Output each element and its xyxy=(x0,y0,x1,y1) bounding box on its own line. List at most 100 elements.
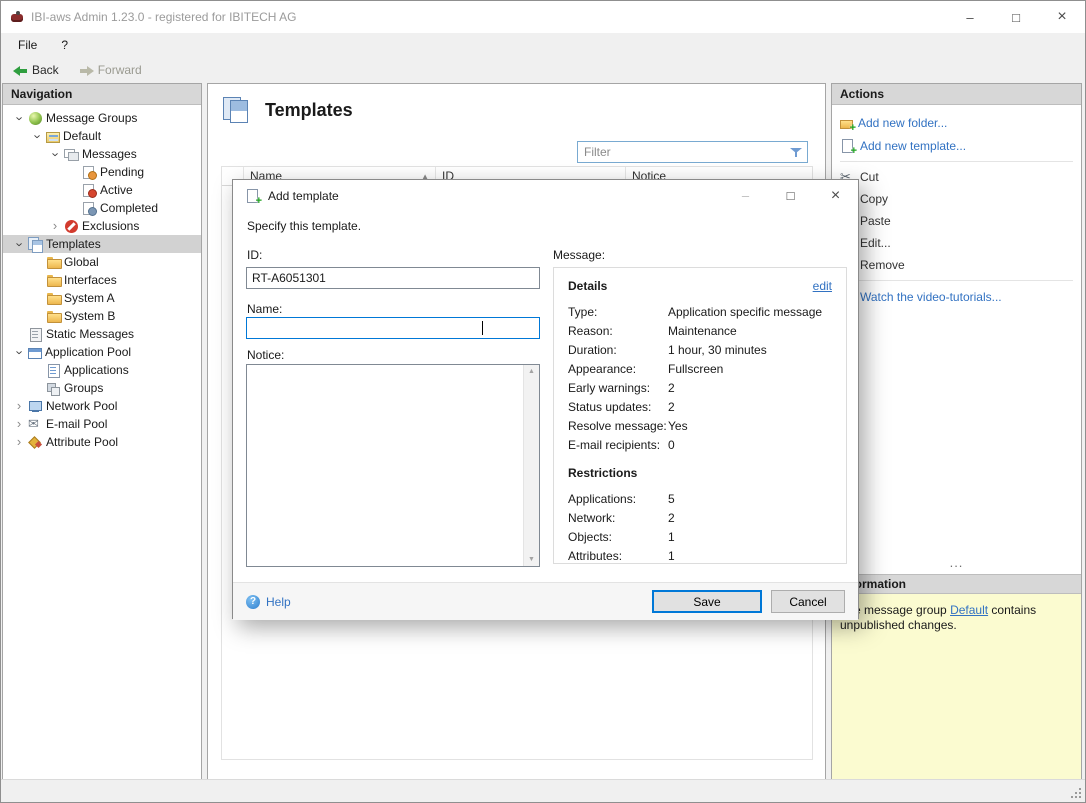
filter-box xyxy=(577,141,808,163)
detail-row: Duration: 1 hour, 30 minutes xyxy=(568,340,832,359)
action-copy[interactable]: Copy xyxy=(832,188,1081,210)
dialog-title: Add template xyxy=(268,188,339,203)
scroll-down-icon[interactable] xyxy=(528,556,535,563)
detail-row: Network: 2 xyxy=(568,508,832,527)
chevron-right-icon[interactable]: › xyxy=(13,398,25,414)
name-field[interactable] xyxy=(246,317,540,339)
actions-header: Actions xyxy=(832,84,1081,105)
chevron-down-icon[interactable]: › xyxy=(48,148,64,160)
detail-value: 1 xyxy=(668,548,675,563)
tree-item-label: Default xyxy=(63,129,102,143)
actions-panel: Actions Add new folder... Add new templat… xyxy=(831,83,1082,780)
detail-value: Maintenance xyxy=(668,323,737,338)
dialog-minimize-icon[interactable]: – xyxy=(723,180,768,211)
chevron-down-icon[interactable]: › xyxy=(30,130,46,142)
folder-icon xyxy=(46,255,62,270)
tree-item-label: System B xyxy=(64,309,116,323)
message-label: Message: xyxy=(553,248,606,262)
tree-item-messages[interactable]: › Messages xyxy=(3,145,201,163)
dialog-maximize-icon[interactable]: □ xyxy=(768,180,813,211)
help-link[interactable]: Help xyxy=(246,594,291,609)
close-icon[interactable]: × xyxy=(1039,1,1085,33)
action-cut[interactable]: Cut xyxy=(832,166,1081,188)
info-default-link[interactable]: Default xyxy=(950,603,988,617)
tree-item-exclusions[interactable]: › Exclusions xyxy=(3,217,201,235)
tree-item-global[interactable]: Global xyxy=(3,253,201,271)
maximize-icon[interactable]: □ xyxy=(993,1,1039,33)
edit-link[interactable]: edit xyxy=(813,279,832,293)
detail-row: Type: Application specific message xyxy=(568,302,832,321)
tree-item-label: Active xyxy=(100,183,133,197)
filter-funnel-icon[interactable] xyxy=(789,145,804,160)
chevron-down-icon[interactable]: › xyxy=(12,112,28,124)
tree-item-pending[interactable]: Pending xyxy=(3,163,201,181)
action-paste[interactable]: Paste xyxy=(832,210,1081,232)
panel-splitter[interactable]: ... xyxy=(832,556,1081,570)
tree-item-templates[interactable]: › Templates xyxy=(3,235,201,253)
tree-item-interfaces[interactable]: Interfaces xyxy=(3,271,201,289)
id-field[interactable] xyxy=(246,267,540,289)
tree-item-static-messages[interactable]: Static Messages xyxy=(3,325,201,343)
exclusions-icon xyxy=(65,219,78,233)
scroll-up-icon[interactable] xyxy=(528,368,535,375)
action-watch-the-video-tutorials[interactable]: Watch the video-tutorials... xyxy=(832,285,1081,308)
information-header: Information xyxy=(832,574,1081,594)
action-label: Watch the video-tutorials... xyxy=(860,289,1002,304)
tree-item-message-groups[interactable]: › Message Groups xyxy=(3,109,201,127)
filter-input[interactable] xyxy=(578,145,789,159)
action-edit[interactable]: Edit... xyxy=(832,232,1081,254)
titlebar: IBI-aws Admin 1.23.0 - registered for IB… xyxy=(1,1,1085,33)
action-remove[interactable]: Remove xyxy=(832,254,1081,276)
tree-item-network-pool[interactable]: › Network Pool xyxy=(3,397,201,415)
notice-scrollbar[interactable] xyxy=(523,365,539,566)
chevron-down-icon[interactable]: › xyxy=(12,346,28,358)
app-window: IBI-aws Admin 1.23.0 - registered for IB… xyxy=(0,0,1086,803)
action-add-new-template[interactable]: Add new template... xyxy=(832,134,1081,157)
details-header: Details xyxy=(568,279,608,293)
detail-value: 5 xyxy=(668,491,675,506)
window-controls: – □ × xyxy=(947,1,1085,33)
chevron-right-icon[interactable]: › xyxy=(49,218,61,234)
id-label: ID: xyxy=(247,248,263,262)
detail-value: 2 xyxy=(668,399,675,414)
tree-item-system-b[interactable]: System B xyxy=(3,307,201,325)
tree-item-label: Messages xyxy=(82,147,137,161)
detail-row: Attributes: 1 xyxy=(568,546,832,563)
attribute-pool-icon xyxy=(28,435,43,450)
back-button[interactable]: Back xyxy=(7,61,65,80)
chevron-right-icon[interactable]: › xyxy=(13,416,25,432)
detail-row: Early warnings: 2 xyxy=(568,378,832,397)
email-pool-icon xyxy=(28,416,43,432)
minimize-icon[interactable]: – xyxy=(947,1,993,33)
tree-item-completed[interactable]: Completed xyxy=(3,199,201,217)
tree-item-system-a[interactable]: System A xyxy=(3,289,201,307)
tree-item-applications[interactable]: Applications xyxy=(3,361,201,379)
save-button[interactable]: Save xyxy=(652,590,762,613)
tree-item-label: Exclusions xyxy=(82,219,140,233)
forward-button[interactable]: Forward xyxy=(73,61,148,80)
tree-item-e-mail-pool[interactable]: › E-mail Pool xyxy=(3,415,201,433)
tree-item-attribute-pool[interactable]: › Attribute Pool xyxy=(3,433,201,451)
tree-item-application-pool[interactable]: › Application Pool xyxy=(3,343,201,361)
action-add-new-folder[interactable]: Add new folder... xyxy=(832,111,1081,134)
detail-row: Status updates: 2 xyxy=(568,397,832,416)
tree-item-label: Static Messages xyxy=(46,327,135,341)
folder-icon xyxy=(46,273,62,288)
tree-item-groups[interactable]: Groups xyxy=(3,379,201,397)
tree-item-label: Application Pool xyxy=(45,345,132,359)
menu-file[interactable]: File xyxy=(9,35,46,55)
tree-item-default[interactable]: › Default xyxy=(3,127,201,145)
tree-item-label: Pending xyxy=(100,165,145,179)
dialog-close-icon[interactable]: × xyxy=(813,180,858,211)
dialog-subtitle: Specify this template. xyxy=(247,219,362,233)
detail-label: Attributes: xyxy=(568,548,623,563)
notice-textarea[interactable] xyxy=(246,364,540,567)
restrictions-rows: Applications: 5 Network: 2 Objects: 1 Attribut… xyxy=(568,489,832,563)
cancel-button[interactable]: Cancel xyxy=(771,590,845,613)
resize-grip[interactable] xyxy=(1069,786,1081,798)
chevron-down-icon[interactable]: › xyxy=(12,238,28,250)
tree-item-active[interactable]: Active xyxy=(3,181,201,199)
detail-label: Objects: xyxy=(568,529,613,544)
menu-help[interactable]: ? xyxy=(52,35,77,55)
chevron-right-icon[interactable]: › xyxy=(13,434,25,450)
